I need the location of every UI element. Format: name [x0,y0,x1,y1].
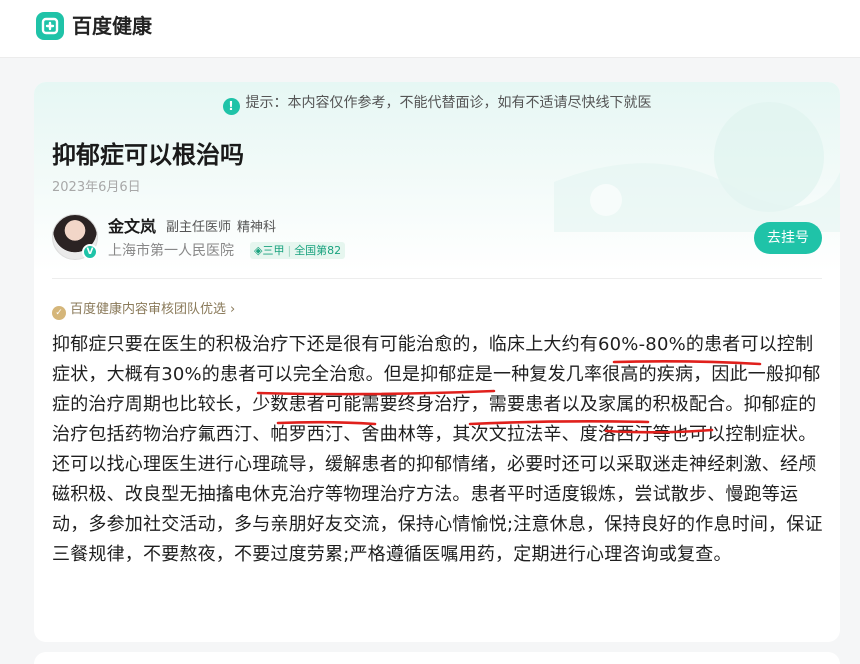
info-icon: ! [222,98,240,115]
article-body: 抑郁症只要在医生的积极治疗下还是很有可能治愈的，临床上大约有60%-80%的患者… [52,334,823,565]
publish-date: 2023年6月6日 [52,180,141,195]
hospital-name[interactable]: 上海市第一人民医院 [108,240,234,262]
article-title: 抑郁症可以根治吗 [52,141,244,169]
book-appointment-button[interactable]: 去挂号 [754,222,822,254]
badge-level: 三甲 [262,244,285,257]
chevron-right-icon: › [230,302,236,317]
hospital-rank-badge: ◈三甲 | 全国第82 [250,242,346,259]
doctor-department: 精神科 [237,220,277,235]
logo-text[interactable]: 百度健康 [72,12,152,40]
baidu-health-logo-icon[interactable] [36,12,64,40]
badge-check-icon: ✓ [52,306,66,320]
top-bar: 百度健康 [0,0,860,58]
doctor-name[interactable]: 金文岚 [108,216,156,238]
article-card: ! 提示：本内容仅作参考，不能代替面诊，如有不适请尽快线下就医 抑郁症可以根治吗 … [34,82,840,642]
verified-icon: V [82,244,98,260]
doctor-rank: 副主任医师 [166,220,232,235]
disclaimer-text: 提示：本内容仅作参考，不能代替面诊，如有不适请尽快线下就医 [245,95,652,111]
review-label: 百度健康内容审核团队优选 [70,302,227,317]
disclaimer-notice: ! 提示：本内容仅作参考，不能代替面诊，如有不适请尽快线下就医 [34,92,840,115]
next-card-edge [34,652,840,664]
divider [52,278,822,279]
doctor-title: 副主任医师 精神科 [166,218,282,238]
badge-rank: 全国第82 [294,244,342,257]
review-badge[interactable]: ✓ 百度健康内容审核团队优选 › [52,300,235,320]
